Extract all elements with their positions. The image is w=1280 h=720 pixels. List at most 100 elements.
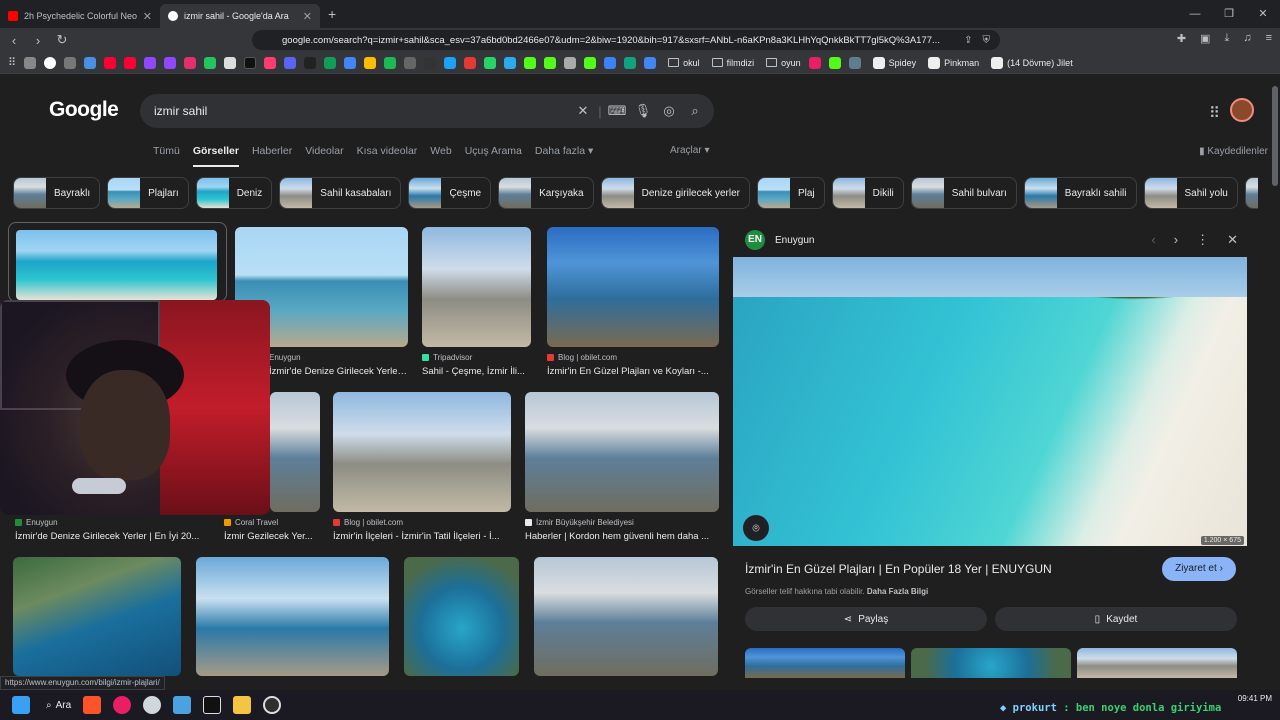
chip[interactable]: Karşıyaka (498, 177, 594, 209)
bookmark-favicon[interactable] (504, 56, 517, 69)
keyboard-icon[interactable]: ⌨ (604, 103, 630, 119)
chip[interactable]: Plajları (107, 177, 189, 209)
chip[interactable]: Dikili (831, 177, 904, 209)
tab-images[interactable]: Görseller (192, 145, 239, 167)
bookmark-pinkman[interactable]: Pinkman (928, 56, 979, 69)
result-title[interactable]: Haberler | Kordon hem güvenli hem daha .… (525, 531, 719, 542)
bookmark-favicon[interactable] (544, 56, 557, 69)
bookmark-favicon[interactable] (564, 56, 577, 69)
search-box[interactable]: izmir sahil ✕ | ⌨ 🎙 ◎ ⌕ (140, 94, 714, 128)
chip[interactable]: Mu (1244, 177, 1258, 209)
share-button[interactable]: ⋖ Paylaş (745, 607, 987, 631)
bookmark-spidey[interactable]: Spidey (872, 56, 916, 69)
obs-icon[interactable] (263, 696, 282, 714)
previous-icon[interactable]: ‹ (1151, 232, 1155, 248)
bookmark-favicon[interactable] (828, 56, 841, 69)
bookmark-favicon[interactable] (304, 56, 317, 69)
result-title[interactable]: İzmir Gezilecek Yer... (224, 531, 320, 542)
bookmark-favicon[interactable] (64, 56, 77, 69)
learn-more-link[interactable]: Daha Fazla Bilgi (867, 587, 928, 596)
bookmark-jilet[interactable]: (14 Dövme) Jilet (991, 56, 1073, 69)
result-image[interactable] (196, 557, 389, 676)
tools-button[interactable]: Araçlar ▾ (670, 145, 710, 156)
chip[interactable]: Sahil yolu (1143, 177, 1238, 209)
media-icon[interactable]: ♫ (1243, 32, 1251, 45)
download-icon[interactable]: ⤓ (1224, 32, 1229, 45)
related-image[interactable] (1077, 648, 1237, 678)
preview-image[interactable] (733, 257, 1247, 546)
bookmark-favicon[interactable] (204, 56, 217, 69)
chip[interactable]: Sahil bulvarı (910, 177, 1017, 209)
bookmark-favicon[interactable] (848, 56, 861, 69)
tab-web[interactable]: Web (430, 145, 451, 167)
reload-icon[interactable]: ↻ (52, 32, 72, 48)
photos-icon[interactable] (173, 696, 192, 714)
bookmark-folder-oyun[interactable]: oyun (766, 58, 801, 68)
capcut-icon[interactable] (203, 696, 222, 714)
tab-google-search[interactable]: izmir sahil - Google'da Ara ✕ (160, 4, 320, 28)
bookmark-folder-okul[interactable]: okul (668, 58, 700, 68)
system-tray[interactable]: 09:41 PM (1238, 693, 1272, 705)
chip[interactable]: Denize girilecek yerler (600, 177, 750, 209)
result-image[interactable] (13, 557, 181, 676)
visit-button[interactable]: Ziyaret et › (1162, 557, 1236, 581)
bookmark-favicon[interactable] (464, 56, 477, 69)
google-logo[interactable]: Google (49, 98, 119, 122)
bookmark-favicon[interactable] (184, 56, 197, 69)
next-icon[interactable]: › (1174, 232, 1178, 248)
image-result[interactable]: Blog | obilet.com İzmir'in En Güzel Plaj… (547, 227, 719, 377)
related-image[interactable] (745, 648, 905, 678)
image-result[interactable] (534, 557, 718, 677)
bookmark-favicon[interactable] (444, 56, 457, 69)
result-title[interactable]: İzmir'de Denize Girilecek Yerler | En ..… (269, 366, 408, 377)
bookmark-favicon[interactable] (324, 56, 337, 69)
result-title[interactable]: İzmir'in En Güzel Plajları ve Koyları -.… (547, 366, 719, 377)
back-icon[interactable]: ‹ (4, 33, 24, 48)
avatar[interactable] (1230, 98, 1254, 122)
chip[interactable]: Deniz (195, 177, 273, 209)
image-result[interactable] (8, 222, 227, 302)
close-window-icon[interactable]: ✕ (1246, 0, 1280, 28)
tab-all[interactable]: Tümü (153, 145, 180, 167)
brave-shield-icon[interactable]: ⛨ (983, 35, 991, 46)
bookmark-favicon[interactable] (584, 56, 597, 69)
result-image[interactable] (534, 557, 718, 676)
microphone-icon[interactable]: 🎙 (630, 103, 656, 119)
forward-icon[interactable]: › (28, 33, 48, 48)
tab-flights[interactable]: Uçuş Arama (465, 145, 522, 167)
lens-icon[interactable]: ◎ (656, 103, 682, 119)
chip[interactable]: Sahil kasabaları (279, 177, 402, 209)
search-input[interactable]: izmir sahil (154, 104, 570, 118)
minimize-icon[interactable]: — (1178, 0, 1212, 28)
result-image[interactable] (422, 227, 531, 347)
close-tab-icon[interactable]: ✕ (143, 10, 152, 23)
bookmark-favicon[interactable] (144, 56, 157, 69)
image-result[interactable]: İzmir Büyükşehir Belediyesi Haberler | K… (525, 392, 719, 542)
bookmark-favicon[interactable] (364, 56, 377, 69)
clear-icon[interactable]: ✕ (570, 103, 596, 119)
more-options-icon[interactable]: ⋮ (1196, 232, 1209, 248)
lens-search-icon[interactable]: ⌾ (743, 515, 769, 541)
bookmark-favicon[interactable] (44, 56, 57, 69)
file-explorer-icon[interactable] (233, 696, 252, 714)
bookmark-favicon[interactable] (604, 56, 617, 69)
restore-icon[interactable]: ❐ (1212, 0, 1246, 28)
bookmark-favicon[interactable] (84, 56, 97, 69)
result-title[interactable]: Sahil - Çeşme, İzmir İli... (422, 366, 531, 377)
menu-icon[interactable]: ≡ (1266, 32, 1272, 45)
save-button[interactable]: ▯ Kaydet (995, 607, 1237, 631)
taskbar-search[interactable]: ⌕ Ara (46, 700, 71, 711)
bookmark-favicon[interactable] (264, 56, 277, 69)
brave-icon[interactable] (83, 696, 102, 714)
search-app-icon[interactable] (143, 696, 162, 714)
sidebar-icon[interactable]: ▣ (1200, 32, 1210, 45)
new-tab-icon[interactable]: + (328, 6, 336, 22)
bookmark-folder-filmdizi[interactable]: filmdizi (711, 58, 754, 68)
result-title[interactable]: İzmir'de Denize Girilecek Yerler | En İy… (15, 531, 215, 542)
image-result[interactable] (13, 557, 181, 677)
bookmark-favicon[interactable] (284, 56, 297, 69)
media-player-icon[interactable] (113, 696, 132, 714)
bookmark-favicon[interactable] (244, 56, 257, 69)
chip[interactable]: Çeşme (408, 177, 492, 209)
bookmark-favicon[interactable] (344, 56, 357, 69)
